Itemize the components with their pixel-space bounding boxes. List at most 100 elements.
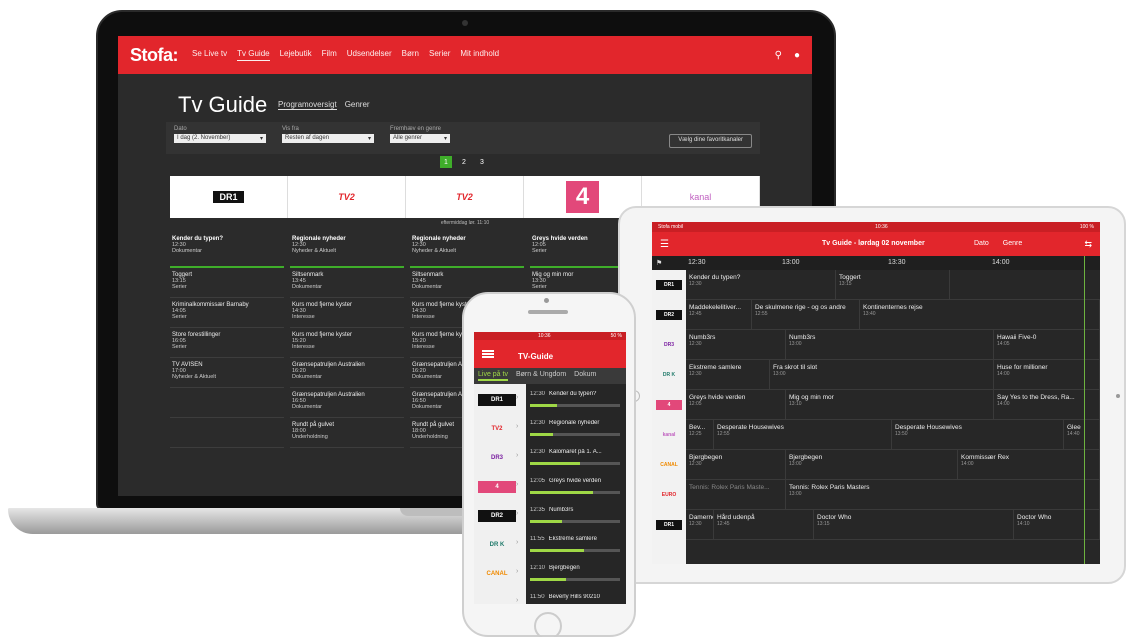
page-2-button[interactable]: 2 [458,156,470,168]
program-block[interactable]: Mig og min mor 13:10 [786,390,994,419]
program-time: 12:30 [689,461,702,467]
program-block[interactable]: Tennis: Rolex Paris Maste... [686,480,786,509]
nav-item-live-tv[interactable]: Se Live tv [192,49,227,61]
program-block[interactable]: Maddekelelitiver... 12:45 [686,300,752,329]
program-cell[interactable]: Siltsenmark 13:45 Dokumentar [290,268,404,298]
program-block[interactable]: Glee 14:40 [1064,420,1100,449]
search-icon[interactable]: ⚲ [775,50,782,61]
program-block[interactable]: Doctor Who 13:15 [814,510,1014,539]
program-block[interactable]: Desperate Housewives 13:50 [892,420,1064,449]
genre-filter-label: Fremhæv en genre [390,126,442,132]
nav-item-born[interactable]: Børn [402,49,419,61]
now-playing: 11:55 Ekstreme samlere [530,536,624,542]
program-cell[interactable]: Regionale nyheder 12:30 Nyheder & Aktuelt [290,232,404,268]
menu-icon[interactable]: ☰ [660,239,669,250]
channel-logo[interactable]: kanal [656,430,682,440]
favorite-channels-button[interactable]: Vælg dine favoritkanaler [669,134,752,148]
program-block[interactable]: Bev... 12:25 [686,420,714,449]
program-block[interactable]: Toggert 13:15 [836,270,950,299]
date-select[interactable]: I dag (2. November) ▾ [174,134,266,143]
program-block[interactable]: Damerne...12:30 [686,510,714,539]
nav-item-tv-guide[interactable]: Tv Guide [237,49,270,61]
nav-item-mit-indhold[interactable]: Mit indhold [460,49,499,61]
program-cell[interactable]: Grænsepatruljen Australien 16:50 Dokumenta… [290,388,404,418]
program-cell[interactable]: Kender du typen? 12:30 Dokumentar [170,232,284,268]
program-block[interactable]: Desperate Housewives 12:55 [714,420,892,449]
program-cell[interactable]: Kriminalkommissær Barnaby 14:05 Serier [170,298,284,328]
channel-logo[interactable]: DR K [656,370,682,380]
program-cell[interactable]: Rundt på gulvet 18:00 Underholdning [290,418,404,448]
phone-channel-row[interactable]: DR1 › 12:30 Kender du typen? [474,386,626,415]
nav-item-udsendelser[interactable]: Udsendelser [347,49,392,61]
program-cell[interactable]: Toggert 13:15 Serier [170,268,284,298]
channel-tv2-second[interactable]: TV2 [406,176,524,218]
dr1-logo: DR1 [213,191,244,203]
from-select[interactable]: Resten af dagen ▾ [282,134,374,143]
genre-select[interactable]: Alle genrer ▾ [390,134,450,143]
phone-home-button[interactable] [534,612,562,637]
tab-born-ungdom[interactable]: Børn & Ungdom [516,371,566,381]
tab-dokumentar[interactable]: Dokum [574,371,596,381]
program-block[interactable]: De skulmene rige - og os andre 12:55 [752,300,860,329]
program-block[interactable]: Greys hvide verden 12:05 [686,390,786,419]
program-cell[interactable]: Kurs mod fjerne kyster 14:30 Interesse [290,298,404,328]
channel-tv2[interactable]: TV2 [288,176,406,218]
program-block[interactable]: Bjergbegen 13:00 [786,450,958,479]
program-block[interactable]: Kontinenternes rejse 13:40 [860,300,1100,329]
tab-genrer[interactable]: Genrer [345,100,370,110]
stofa-logo[interactable]: Stofa: [130,45,179,66]
program-block[interactable]: Kender du typen? 12:30 [686,270,836,299]
program-block[interactable]: Numb3rs 13:00 [786,330,994,359]
phone-channel-row[interactable]: DR K › 11:55 Ekstreme samlere [474,531,626,560]
program-cell[interactable]: Kurs mod fjerne kyster 15:20 Interesse [290,328,404,358]
channel-logo[interactable]: DR1 [656,520,682,530]
program-block[interactable]: Ekstreme samlere 12:30 [686,360,770,389]
program-title: Greys hvide verden [549,478,602,484]
channel-logo[interactable]: 4 [656,400,682,410]
program-block[interactable]: Doctor Who 14:10 [1014,510,1100,539]
phone-channel-row[interactable]: DR2 › 12:35 Numb3rs [474,502,626,531]
channel-dr1[interactable]: DR1 [170,176,288,218]
program-cell[interactable]: Grænsepatruljen Australien 16:20 Dokumenta… [290,358,404,388]
program-block[interactable]: Kommissær Rex 14:00 [958,450,1100,479]
genre-link[interactable]: Genre [1003,240,1022,247]
user-icon[interactable]: ● [794,50,800,61]
channel-logo[interactable]: CANAL [656,460,682,470]
nav-item-lejebutik[interactable]: Lejebutik [280,49,312,61]
program-block[interactable]: Hård udenpå 12:45 [714,510,814,539]
program-title: Bev... [689,424,706,431]
channel-logo[interactable]: DR2 [656,310,682,320]
phone-channel-row[interactable]: › 11:50 Beverly Hills 90210 [474,589,626,604]
program-block[interactable]: Tennis: Rolex Paris Masters 13:00 [786,480,1100,509]
channel-logo[interactable]: EURO [656,490,682,500]
program-block[interactable]: Fra skrot til slot 13:00 [770,360,994,389]
nav-item-film[interactable]: Film [322,49,337,61]
page-1-button[interactable]: 1 [440,156,452,168]
program-genre: Dokumentar [412,404,442,410]
tab-programoversigt[interactable]: Programoversigt [278,100,337,110]
page-3-button[interactable]: 3 [476,156,488,168]
channel-logo[interactable]: DR3 [656,340,682,350]
program-cell[interactable]: TV AVISEN 17:00 Nyheder & Aktuelt [170,358,284,388]
channel-logo[interactable]: DR1 [656,280,682,290]
phone-channel-row[interactable]: CANAL › 12:10 Bjergbegen [474,560,626,589]
phone-channel-row[interactable]: TV2 › 12:30 Regionale nyheder [474,415,626,444]
program-block[interactable]: Numb3rs 12:30 [686,330,786,359]
phone-channel-row[interactable]: 4 › 12:05 Greys hvide verden [474,473,626,502]
phone-channel-row[interactable]: DR3 › 12:30 Kalomaret på 1. A... [474,444,626,473]
program-cell[interactable]: Regionale nyheder 12:30 Nyheder & Aktuelt [410,232,524,268]
phone-status-bar: 10:36 50 % [474,332,626,340]
program-title: Store forestillinger [172,332,221,338]
tab-live-pa-tv[interactable]: Live på tv [478,371,508,381]
program-cell[interactable]: Store forestillinger 16:05 Serier [170,328,284,358]
nav-item-serier[interactable]: Serier [429,49,450,61]
tablet-status-bar: Stofa mobil 10:36 100 % [652,222,1100,232]
program-block[interactable]: Bjergbegen 12:30 [686,450,786,479]
channel-logo: DR3 [490,455,503,461]
program-title: Hawaii Five-0 [997,334,1037,341]
program-genre: Serier [532,284,547,290]
settings-icon[interactable]: ⇆ [1084,239,1092,250]
date-link[interactable]: Dato [974,240,989,247]
program-time: 12:30 [530,420,546,426]
hamburger-menu-icon[interactable] [482,350,494,358]
